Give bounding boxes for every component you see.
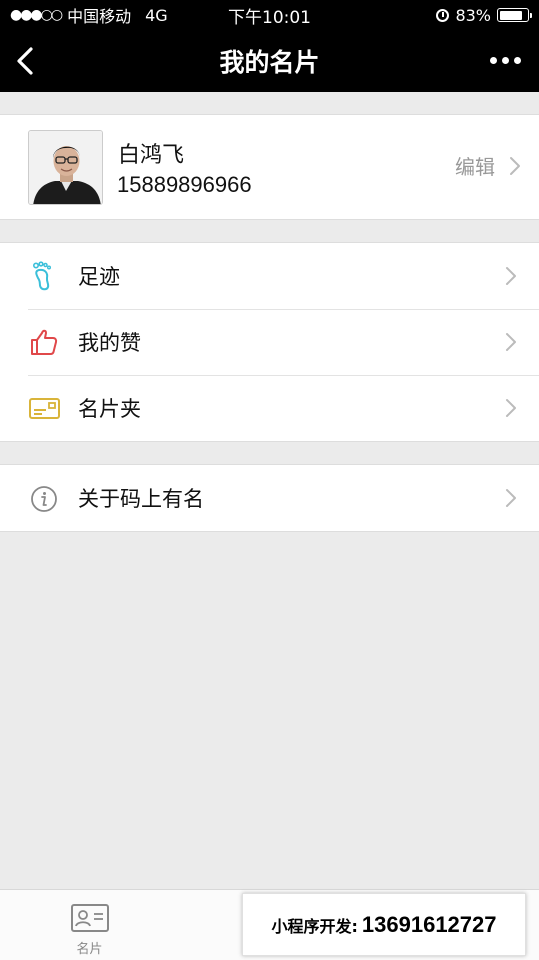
edit-button[interactable]: 编辑 xyxy=(455,151,521,180)
page-title: 我的名片 xyxy=(219,48,320,77)
battery-icon xyxy=(497,8,532,22)
avatar-person-icon xyxy=(29,131,102,204)
promo-banner: 小程序开发: 13691612727 xyxy=(242,893,526,956)
avatar xyxy=(28,130,103,205)
list-item-label: 名片夹 xyxy=(78,397,141,421)
chevron-right-icon xyxy=(506,267,516,285)
chevron-right-icon xyxy=(506,399,516,417)
menu-list: 足迹 我的赞 名片夹 xyxy=(0,242,539,442)
list-item-label: 我的赞 xyxy=(78,331,141,355)
profile-card[interactable]: 白鸿飞 15889896966 编辑 xyxy=(0,114,539,220)
more-options-button[interactable] xyxy=(490,50,521,70)
nav-bar: 我的名片 xyxy=(0,30,539,92)
card-holder-icon xyxy=(29,398,60,419)
list-item-card-holder[interactable]: 名片夹 xyxy=(0,375,539,441)
profile-name: 白鸿飞 xyxy=(118,143,185,168)
more-dot-icon xyxy=(502,56,509,64)
card-icon xyxy=(70,904,109,932)
battery-percent: 83% xyxy=(455,5,491,25)
status-left: ●●●○○ 中国移动 4G xyxy=(10,3,210,27)
tab-label: 名片 xyxy=(76,942,103,957)
back-arrow-icon xyxy=(17,47,33,75)
carrier-name: 中国移动 xyxy=(67,7,132,26)
more-dot-icon xyxy=(490,56,497,64)
list-item-footprint[interactable]: 足迹 xyxy=(0,243,539,309)
list-item-label: 关于码上有名 xyxy=(78,487,204,511)
more-dot-icon xyxy=(514,56,521,64)
chevron-right-icon xyxy=(510,156,520,175)
alarm-icon xyxy=(436,8,450,22)
profile-phone: 15889896966 xyxy=(117,172,252,197)
network-type: 4G xyxy=(145,5,168,25)
tab-card[interactable]: 名片 xyxy=(0,890,179,960)
footprint-icon xyxy=(33,261,52,291)
status-right: 83% xyxy=(436,5,532,25)
promo-phone: 13691612727 xyxy=(361,911,497,937)
edit-label: 编辑 xyxy=(455,155,495,179)
chevron-right-icon xyxy=(506,333,516,351)
promo-label: 小程序开发: xyxy=(271,916,358,936)
list-item-about[interactable]: 关于码上有名 xyxy=(0,465,539,531)
info-icon xyxy=(31,486,57,512)
back-button[interactable] xyxy=(12,46,42,76)
list-item-my-likes[interactable]: 我的赞 xyxy=(0,309,539,375)
battery-fill xyxy=(499,10,522,20)
thumbs-up-icon xyxy=(31,329,58,355)
list-item-label: 足迹 xyxy=(78,265,120,289)
about-list: 关于码上有名 xyxy=(0,464,539,532)
chevron-right-icon xyxy=(506,489,516,507)
status-bar: ●●●○○ 中国移动 4G 下午10:01 83% xyxy=(0,0,539,30)
signal-strength: ●●●○○ xyxy=(10,7,63,23)
